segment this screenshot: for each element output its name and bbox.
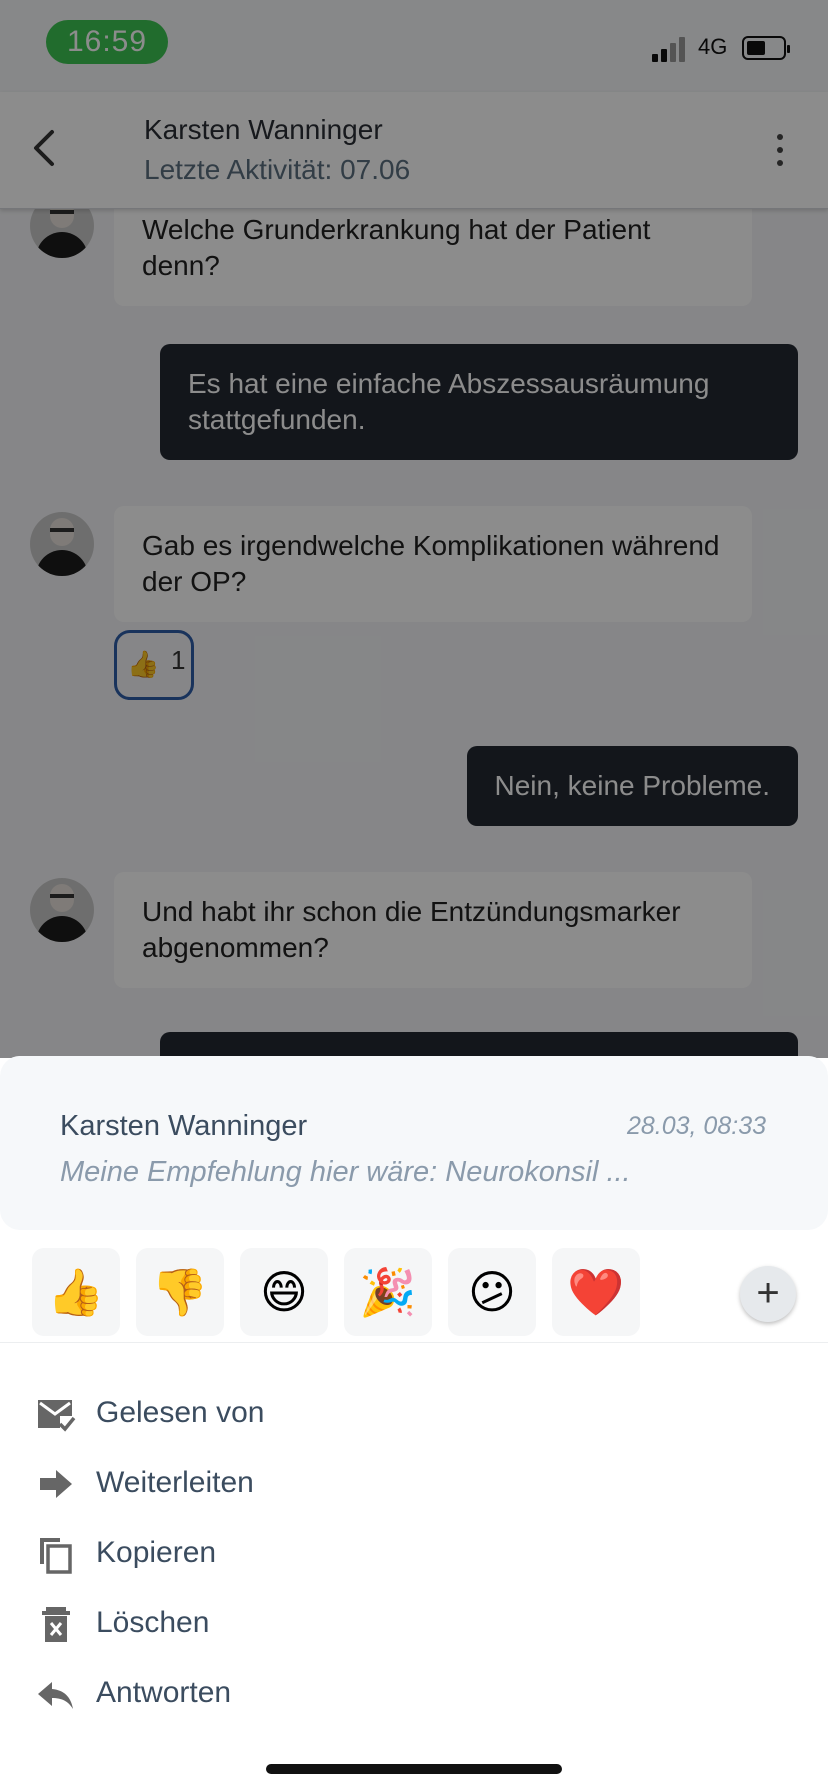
preview-timestamp: 28.03, 08:33: [626, 1112, 766, 1140]
add-reaction-button[interactable]: +: [740, 1266, 796, 1322]
grin-reaction-button[interactable]: 😄: [240, 1248, 328, 1336]
action-label: Antworten: [96, 1676, 232, 1709]
thumbs-up-reaction-button[interactable]: 👍: [32, 1248, 120, 1336]
emoji-reaction-bar: 👍 👎 😄 🎉 😕 ❤️ +: [0, 1234, 828, 1344]
message-actions-sheet: Karsten Wanninger 28.03, 08:33 Meine Emp…: [0, 1056, 828, 1792]
action-label: Kopieren: [96, 1536, 217, 1569]
heart-reaction-button[interactable]: ❤️: [552, 1248, 640, 1336]
action-reply[interactable]: Antworten: [0, 1660, 828, 1730]
preview-text: Meine Empfehlung hier wäre: Neurokonsil …: [60, 1156, 631, 1188]
copy-icon: [40, 1538, 72, 1574]
dim-overlay[interactable]: [0, 0, 828, 1058]
action-forward[interactable]: Weiterleiten: [0, 1450, 828, 1520]
action-label: Weiterleiten: [96, 1466, 254, 1499]
home-indicator[interactable]: [266, 1764, 562, 1774]
message-preview: Karsten Wanninger 28.03, 08:33 Meine Emp…: [0, 1056, 828, 1230]
preview-sender: Karsten Wanninger: [60, 1110, 308, 1142]
forward-arrow-icon: [40, 1470, 72, 1498]
reply-icon: [38, 1682, 73, 1709]
action-copy[interactable]: Kopieren: [0, 1520, 828, 1590]
action-read-by[interactable]: Gelesen von: [0, 1380, 828, 1450]
action-label: Gelesen von: [96, 1396, 265, 1429]
divider: [0, 1342, 828, 1343]
party-reaction-button[interactable]: 🎉: [344, 1248, 432, 1336]
confused-reaction-button[interactable]: 😕: [448, 1248, 536, 1336]
mail-check-icon: [38, 1400, 76, 1432]
thumbs-down-reaction-button[interactable]: 👎: [136, 1248, 224, 1336]
trash-icon: [42, 1607, 70, 1642]
action-label: Löschen: [96, 1606, 210, 1639]
action-delete[interactable]: Löschen: [0, 1590, 828, 1660]
